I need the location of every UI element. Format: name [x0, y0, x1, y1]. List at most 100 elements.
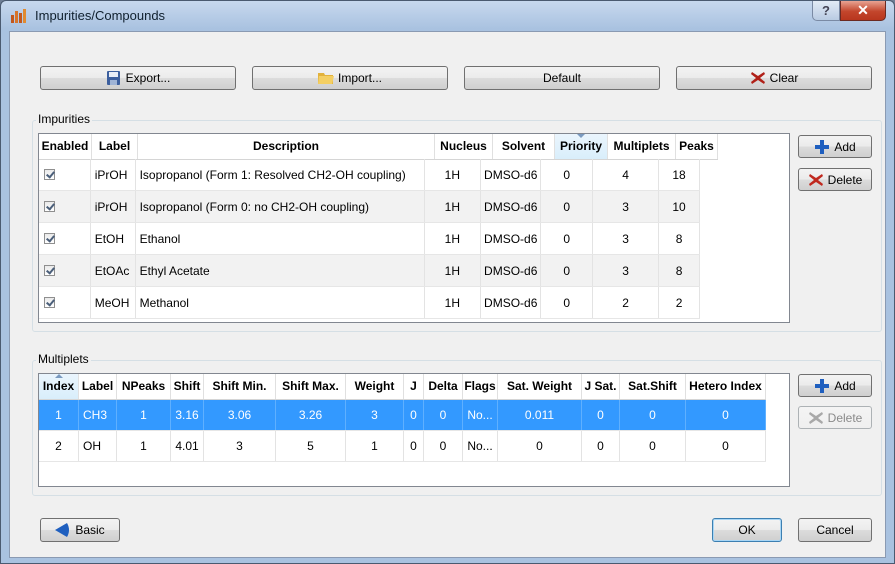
multiplet-cell[interactable]: 0 [404, 431, 424, 461]
enabled-cell[interactable] [39, 287, 91, 318]
col-sat-shift[interactable]: Sat.Shift [620, 374, 686, 399]
description-cell[interactable]: Ethyl Acetate [136, 255, 425, 286]
multiplet-cell[interactable]: 1 [117, 400, 171, 430]
multiplet-cell[interactable]: 1 [117, 431, 171, 461]
col-peaks[interactable]: Peaks [676, 134, 718, 159]
multiplet-cell[interactable]: 0 [424, 400, 463, 430]
close-button[interactable]: ✕ [840, 1, 886, 21]
priority-cell[interactable]: 0 [541, 255, 593, 286]
col-shift-max[interactable]: Shift Max. [276, 374, 346, 399]
multiplet-cell[interactable]: 0 [620, 431, 686, 461]
enabled-cell[interactable] [39, 191, 91, 222]
title-bar[interactable]: Impurities/Compounds ? ✕ [1, 1, 894, 31]
solvent-cell[interactable]: DMSO-d6 [481, 159, 542, 190]
default-button[interactable]: Default [464, 66, 660, 90]
impurities-table[interactable]: Enabled Label Description Nucleus Solven… [38, 133, 790, 323]
multiplet-cell[interactable]: 4.01 [171, 431, 204, 461]
enabled-checkbox[interactable] [44, 233, 55, 244]
import-button[interactable]: Import... [252, 66, 448, 90]
col-flags[interactable]: Flags [463, 374, 498, 399]
multiplet-cell[interactable]: 0.011 [498, 400, 582, 430]
col-priority[interactable]: Priority [555, 134, 608, 159]
col-mlabel[interactable]: Label [79, 374, 117, 399]
impurity-row[interactable]: EtOAc Ethyl Acetate 1H DMSO-d6 0 3 8 [39, 255, 700, 287]
basic-button[interactable]: Basic [40, 518, 120, 542]
multiplets-cell[interactable]: 3 [593, 223, 660, 254]
multiplet-cell[interactable]: No... [463, 431, 498, 461]
enabled-checkbox[interactable] [44, 201, 55, 212]
multiplets-cell[interactable]: 2 [593, 287, 660, 318]
col-solvent[interactable]: Solvent [493, 134, 555, 159]
priority-cell[interactable]: 0 [541, 191, 593, 222]
description-cell[interactable]: Isopropanol (Form 1: Resolved CH2-OH cou… [136, 159, 425, 190]
col-label[interactable]: Label [92, 134, 138, 159]
multiplet-cell[interactable]: 5 [276, 431, 346, 461]
label-cell[interactable]: iPrOH [91, 191, 136, 222]
multiplet-cell[interactable]: 3.16 [171, 400, 204, 430]
col-hetero-index[interactable]: Hetero Index [686, 374, 766, 399]
multiplets-cell[interactable]: 3 [593, 191, 660, 222]
multiplet-cell[interactable]: 0 [582, 400, 620, 430]
multiplets-add-button[interactable]: Add [798, 374, 872, 397]
multiplets-table[interactable]: Index Label NPeaks Shift Shift Min. Shif… [38, 373, 790, 487]
multiplet-cell[interactable]: OH [79, 431, 117, 461]
impurities-delete-button[interactable]: Delete [798, 168, 872, 191]
description-cell[interactable]: Isopropanol (Form 0: no CH2-OH coupling) [136, 191, 425, 222]
peaks-cell[interactable]: 10 [659, 191, 700, 222]
solvent-cell[interactable]: DMSO-d6 [481, 287, 542, 318]
label-cell[interactable]: MeOH [91, 287, 136, 318]
peaks-cell[interactable]: 2 [659, 287, 700, 318]
multiplets-delete-button[interactable]: Delete [798, 406, 872, 429]
cancel-button[interactable]: Cancel [798, 518, 872, 542]
priority-cell[interactable]: 0 [541, 287, 593, 318]
col-j-sat[interactable]: J Sat. [582, 374, 620, 399]
enabled-cell[interactable] [39, 255, 91, 286]
col-nucleus[interactable]: Nucleus [435, 134, 493, 159]
multiplet-cell[interactable]: 0 [620, 400, 686, 430]
peaks-cell[interactable]: 8 [659, 223, 700, 254]
multiplet-row[interactable]: 1 CH3 1 3.16 3.06 3.26 3 0 0 No... 0.011 0 0 0 [39, 400, 766, 431]
impurity-row[interactable]: MeOH Methanol 1H DMSO-d6 0 2 2 [39, 287, 700, 319]
multiplet-cell[interactable]: No... [463, 400, 498, 430]
multiplet-cell[interactable]: 1 [346, 431, 404, 461]
clear-button[interactable]: Clear [676, 66, 872, 90]
enabled-cell[interactable] [39, 223, 91, 254]
impurity-row[interactable]: iPrOH Isopropanol (Form 1: Resolved CH2-O… [39, 159, 700, 191]
multiplets-cell[interactable]: 4 [593, 159, 660, 190]
description-cell[interactable]: Methanol [136, 287, 425, 318]
nucleus-cell[interactable]: 1H [425, 255, 482, 286]
nucleus-cell[interactable]: 1H [425, 287, 482, 318]
multiplet-cell[interactable]: CH3 [79, 400, 117, 430]
multiplet-cell[interactable]: 0 [686, 431, 766, 461]
ok-button[interactable]: OK [712, 518, 782, 542]
nucleus-cell[interactable]: 1H [425, 223, 482, 254]
help-button[interactable]: ? [812, 1, 840, 21]
solvent-cell[interactable]: DMSO-d6 [481, 191, 542, 222]
multiplet-cell[interactable]: 0 [498, 431, 582, 461]
multiplet-cell[interactable]: 3 [204, 431, 276, 461]
impurities-add-button[interactable]: Add [798, 135, 872, 158]
enabled-checkbox[interactable] [44, 169, 55, 180]
col-enabled[interactable]: Enabled [39, 134, 92, 159]
multiplet-cell[interactable]: 3.26 [276, 400, 346, 430]
col-delta[interactable]: Delta [424, 374, 463, 399]
enabled-checkbox[interactable] [44, 297, 55, 308]
multiplet-row[interactable]: 2 OH 1 4.01 3 5 1 0 0 No... 0 0 0 0 [39, 431, 766, 462]
description-cell[interactable]: Ethanol [136, 223, 425, 254]
multiplet-cell[interactable]: 3 [346, 400, 404, 430]
solvent-cell[interactable]: DMSO-d6 [481, 255, 542, 286]
col-npeaks[interactable]: NPeaks [117, 374, 171, 399]
enabled-checkbox[interactable] [44, 265, 55, 276]
label-cell[interactable]: EtOAc [91, 255, 136, 286]
col-index[interactable]: Index [39, 374, 79, 399]
multiplet-cell[interactable]: 2 [39, 431, 79, 461]
multiplet-cell[interactable]: 3.06 [204, 400, 276, 430]
peaks-cell[interactable]: 8 [659, 255, 700, 286]
col-shift-min[interactable]: Shift Min. [204, 374, 276, 399]
enabled-cell[interactable] [39, 159, 91, 190]
priority-cell[interactable]: 0 [541, 159, 593, 190]
multiplet-cell[interactable]: 0 [404, 400, 424, 430]
col-sat-weight[interactable]: Sat. Weight [498, 374, 582, 399]
label-cell[interactable]: iPrOH [91, 159, 136, 190]
col-weight[interactable]: Weight [346, 374, 404, 399]
